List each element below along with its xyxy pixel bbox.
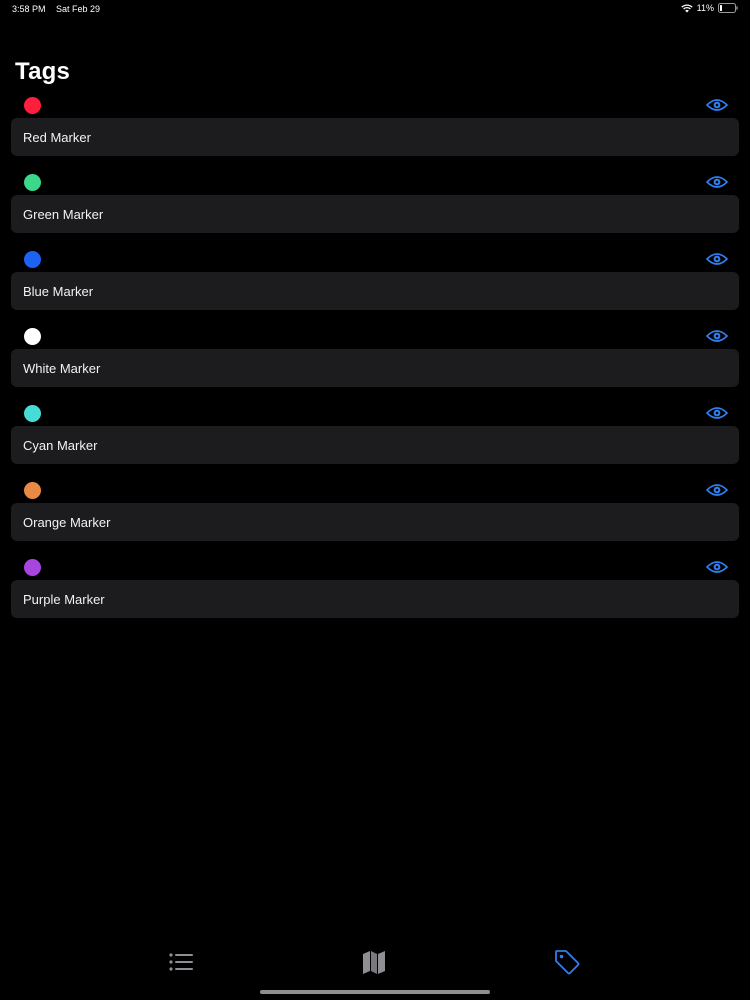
tag-name-field[interactable]: White Marker [11, 349, 739, 387]
tag-name-field[interactable]: Cyan Marker [11, 426, 739, 464]
tag-icon [554, 949, 580, 980]
status-right: 11% [680, 3, 738, 13]
eye-icon[interactable] [705, 483, 729, 497]
eye-icon[interactable] [705, 560, 729, 574]
status-time: 3:58 PM [12, 4, 46, 14]
tag-item-cyan: Cyan Marker [0, 402, 750, 479]
home-indicator [260, 990, 490, 994]
tag-name: Purple Marker [23, 591, 105, 607]
tag-name: Orange Marker [23, 514, 111, 530]
tag-name: Blue Marker [23, 283, 94, 299]
tab-bar [0, 945, 750, 985]
map-icon [362, 950, 386, 979]
battery-percent: 11% [696, 3, 714, 13]
color-dot[interactable] [24, 482, 41, 499]
tag-item-green: Green Marker [0, 171, 750, 248]
tag-name-field[interactable]: Blue Marker [11, 272, 739, 310]
color-dot[interactable] [24, 251, 41, 268]
tag-name-field[interactable]: Purple Marker [11, 580, 739, 618]
tab-tags[interactable] [552, 949, 582, 980]
tag-name: Green Marker [23, 206, 104, 222]
tab-map[interactable] [359, 950, 389, 978]
tag-item-white: White Marker [0, 325, 750, 402]
tag-name-field[interactable]: Orange Marker [11, 503, 739, 541]
eye-icon[interactable] [705, 406, 729, 420]
tag-name: Cyan Marker [23, 437, 98, 453]
eye-icon[interactable] [705, 329, 729, 343]
battery-icon [718, 3, 738, 13]
color-dot[interactable] [24, 559, 41, 576]
color-dot[interactable] [24, 328, 41, 345]
tab-list[interactable] [166, 950, 196, 978]
eye-icon[interactable] [705, 98, 729, 112]
status-bar: 3:58 PM Sat Feb 29 11% [0, 0, 750, 18]
screen: 3:58 PM Sat Feb 29 11% Tags Red Marker G… [0, 0, 750, 1000]
color-dot[interactable] [24, 97, 41, 114]
page-title: Tags [15, 58, 71, 85]
tag-item-red: Red Marker [0, 94, 750, 171]
color-dot[interactable] [24, 174, 41, 191]
tag-item-orange: Orange Marker [0, 479, 750, 556]
color-dot[interactable] [24, 405, 41, 422]
tag-item-purple: Purple Marker [0, 556, 750, 633]
tag-list: Red Marker Green Marker Blue Marker Whit… [0, 94, 750, 633]
tag-name-field[interactable]: Red Marker [11, 118, 739, 156]
status-date: Sat Feb 29 [56, 4, 101, 14]
eye-icon[interactable] [705, 175, 729, 189]
eye-icon[interactable] [705, 252, 729, 266]
tag-name-field[interactable]: Green Marker [11, 195, 739, 233]
tag-item-blue: Blue Marker [0, 248, 750, 325]
tag-name: White Marker [23, 360, 101, 376]
list-icon [169, 952, 193, 976]
tag-name: Red Marker [23, 129, 91, 145]
wifi-icon [680, 3, 693, 13]
